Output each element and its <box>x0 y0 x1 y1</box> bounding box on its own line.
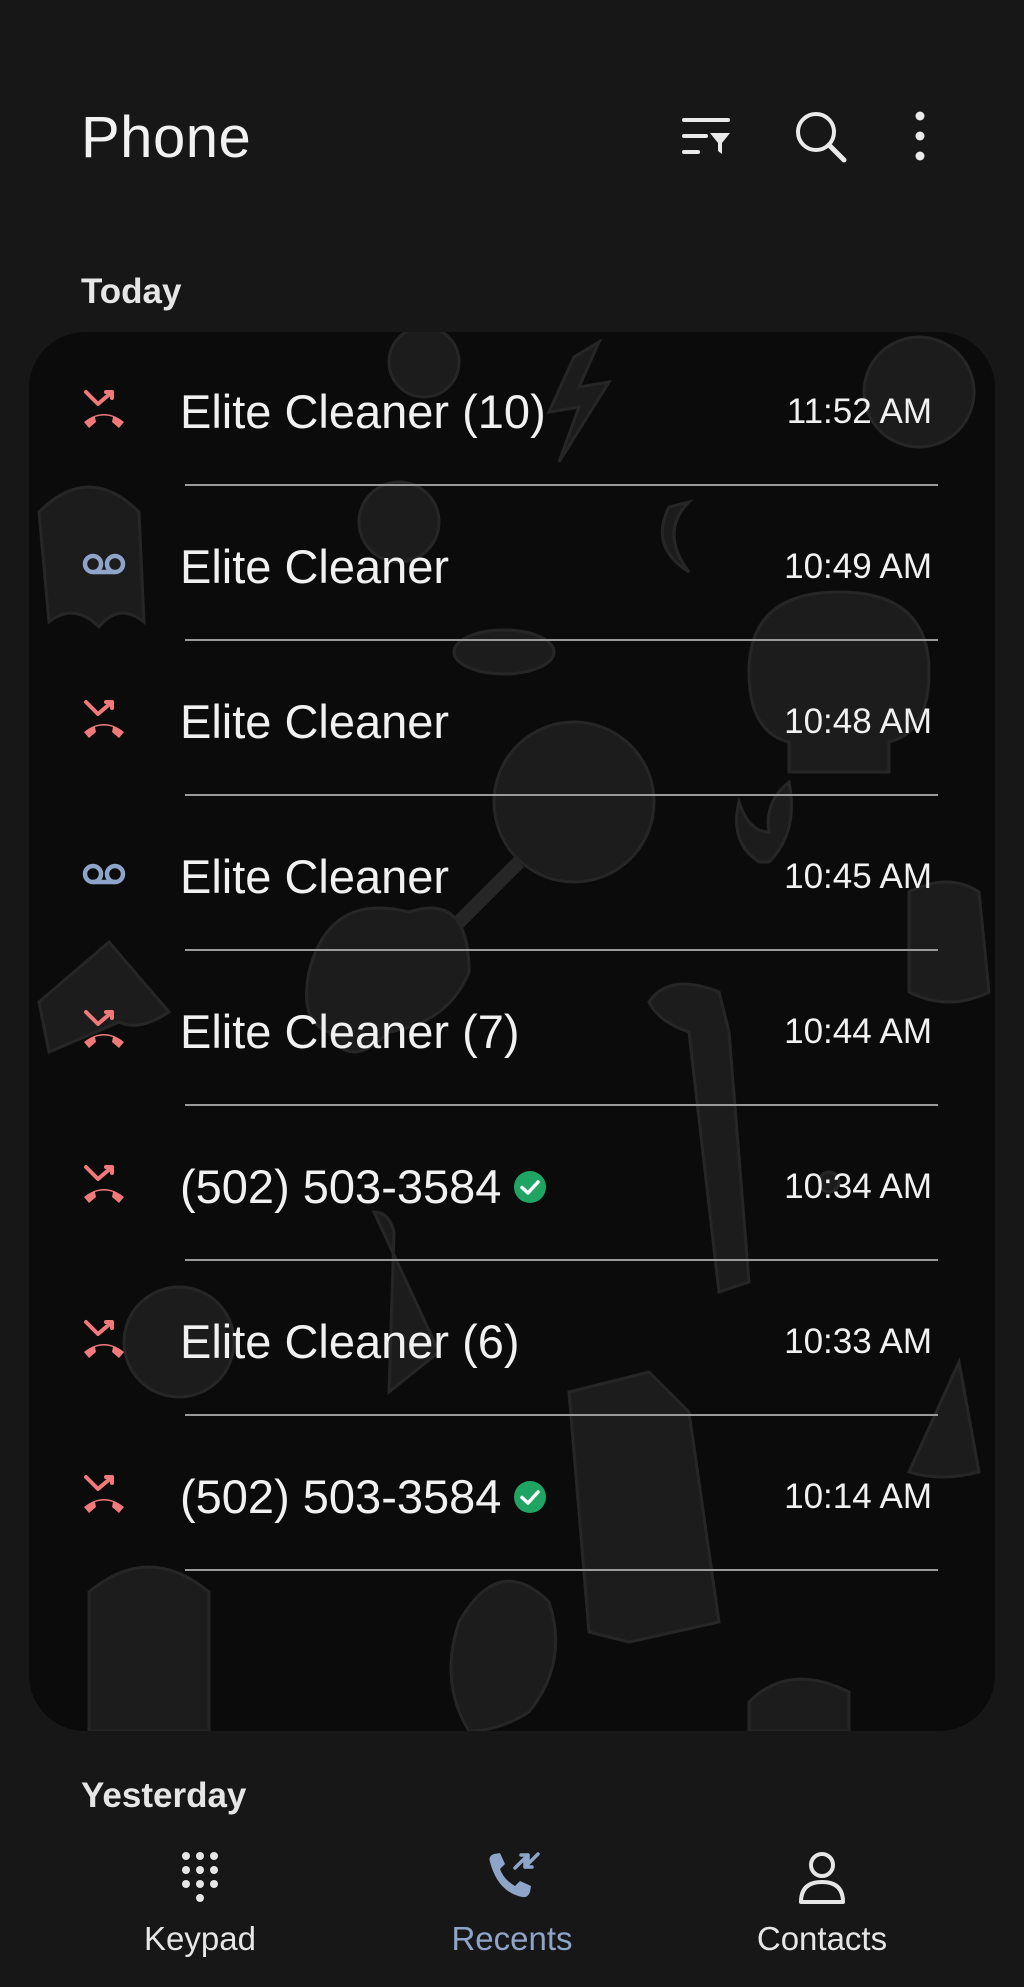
call-log-row[interactable]: Elite Cleaner (7) 10:44 AM <box>29 952 995 1107</box>
row-divider <box>185 639 938 641</box>
search-icon[interactable] <box>790 106 850 166</box>
caller-name: Elite Cleaner (6) <box>180 1315 520 1368</box>
row-divider <box>185 1569 938 1571</box>
caller-name: Elite Cleaner <box>180 695 450 748</box>
caller-name: (502) 503-3584 <box>180 1469 547 1524</box>
caller-name: Elite Cleaner <box>180 540 450 593</box>
nav-recents[interactable]: Recents <box>412 1830 612 1987</box>
call-log-row[interactable]: (502) 503-3584 10:34 AM <box>29 1107 995 1262</box>
bottom-navigation: Keypad Recents Contacts <box>0 1830 1024 1987</box>
nav-contacts[interactable]: Contacts <box>722 1830 922 1987</box>
caller-name: (502) 503-3584 <box>180 1159 547 1214</box>
verified-check-icon <box>513 1170 547 1204</box>
call-time: 11:52 AM <box>786 392 932 431</box>
call-log-row[interactable]: Elite Cleaner 10:48 AM <box>29 642 995 797</box>
missed-call-icon <box>81 386 127 432</box>
call-log-card: Elite Cleaner (10) 11:52 AM Elite Cleane… <box>29 332 995 1731</box>
missed-call-icon <box>81 696 127 742</box>
row-divider <box>185 949 938 951</box>
keypad-icon <box>170 1848 230 1908</box>
missed-call-icon <box>81 1471 127 1517</box>
call-time: 10:48 AM <box>784 702 932 741</box>
nav-keypad[interactable]: Keypad <box>100 1830 300 1987</box>
caller-name: Elite Cleaner <box>180 850 450 903</box>
voicemail-icon <box>81 851 127 897</box>
missed-call-icon <box>81 1006 127 1052</box>
call-log-row[interactable]: (502) 503-3584 10:14 AM <box>29 1417 995 1572</box>
row-divider <box>185 1414 938 1416</box>
row-divider <box>185 794 938 796</box>
call-time: 10:33 AM <box>784 1322 932 1361</box>
recents-icon <box>482 1848 542 1908</box>
page-title: Phone <box>81 105 252 170</box>
nav-keypad-label: Keypad <box>144 1920 256 1957</box>
call-time: 10:34 AM <box>784 1167 932 1206</box>
caller-name: Elite Cleaner (7) <box>180 1005 520 1058</box>
call-time: 10:44 AM <box>784 1012 932 1051</box>
voicemail-icon <box>81 541 127 587</box>
caller-name: Elite Cleaner (10) <box>180 385 546 438</box>
missed-call-icon <box>81 1316 127 1362</box>
verified-check-icon <box>513 1480 547 1514</box>
row-divider <box>185 1104 938 1106</box>
call-time: 10:14 AM <box>784 1477 932 1516</box>
row-divider <box>185 484 938 486</box>
more-vertical-icon[interactable] <box>890 106 950 166</box>
section-label-today: Today <box>81 272 182 311</box>
call-log-row[interactable]: Elite Cleaner (6) 10:33 AM <box>29 1262 995 1417</box>
section-label-yesterday: Yesterday <box>81 1776 247 1815</box>
nav-recents-label: Recents <box>451 1920 573 1957</box>
filter-sort-icon[interactable] <box>676 106 736 166</box>
call-log-row[interactable]: Elite Cleaner 10:45 AM <box>29 797 995 952</box>
call-log-row[interactable]: Elite Cleaner 10:49 AM <box>29 487 995 642</box>
nav-contacts-label: Contacts <box>756 1920 888 1957</box>
call-log-row[interactable]: Elite Cleaner (10) 11:52 AM <box>29 332 995 487</box>
row-divider <box>185 1259 938 1261</box>
call-time: 10:49 AM <box>784 547 932 586</box>
app-header: Phone <box>0 0 1024 230</box>
call-time: 10:45 AM <box>784 857 932 896</box>
person-icon <box>792 1848 852 1908</box>
missed-call-icon <box>81 1161 127 1207</box>
